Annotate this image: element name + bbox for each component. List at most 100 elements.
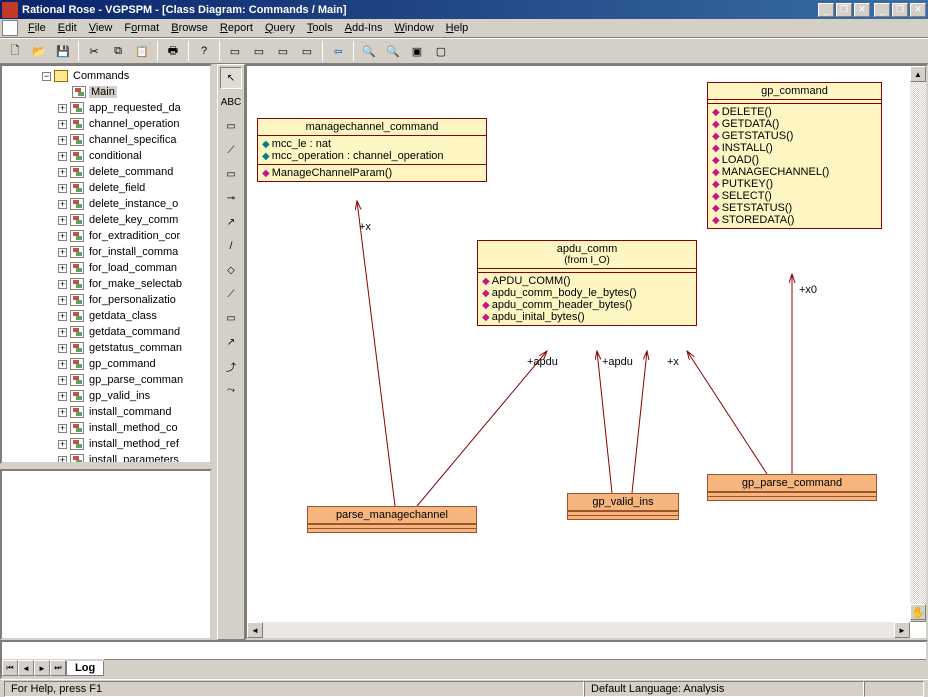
tree-expand-icon[interactable]: + <box>58 280 67 289</box>
tree-item[interactable]: +for_make_selectab <box>4 276 208 292</box>
tb-save[interactable]: 💾 <box>52 40 74 62</box>
tool-assoc-uni[interactable]: ↗ <box>220 211 242 233</box>
tree-expand-icon[interactable]: + <box>58 104 67 113</box>
tree-expand-icon[interactable]: + <box>58 168 67 177</box>
scroll-right-icon[interactable]: ► <box>894 622 910 638</box>
tb-undofit[interactable]: ▢ <box>430 40 452 62</box>
tree-expand-icon[interactable]: + <box>58 200 67 209</box>
minimize-button[interactable]: _ <box>874 3 890 17</box>
tb-copy[interactable]: ⧉ <box>107 40 129 62</box>
tool-realize[interactable]: ⤳ <box>220 379 242 401</box>
tool-generalize[interactable]: ⤴ <box>220 355 242 377</box>
tree-collapse-icon[interactable]: − <box>42 72 51 81</box>
tree-item[interactable]: +getstatus_comman <box>4 340 208 356</box>
mdi-restore-button[interactable]: ❐ <box>836 3 852 17</box>
menu-file[interactable]: File <box>22 20 52 36</box>
canvas-hscroll[interactable]: ◄ ► <box>247 622 910 638</box>
tb-zoomout[interactable]: 🔍 <box>382 40 404 62</box>
tree-expand-icon[interactable]: + <box>58 232 67 241</box>
tool-selector[interactable]: ↖ <box>220 67 242 89</box>
scroll-up-icon[interactable]: ▲ <box>910 66 926 82</box>
tree-item[interactable]: +channel_specifica <box>4 132 208 148</box>
tb-browse3[interactable]: ▭ <box>272 40 294 62</box>
menu-format[interactable]: Format <box>118 20 165 36</box>
menu-edit[interactable]: Edit <box>52 20 83 36</box>
class-gp-valid-ins[interactable]: gp_valid_ins <box>567 493 679 520</box>
tree-item[interactable]: +conditional <box>4 148 208 164</box>
tree-item[interactable]: +delete_command <box>4 164 208 180</box>
tree-expand-icon[interactable]: + <box>58 264 67 273</box>
log-tab-first[interactable]: ⏮ <box>2 660 18 676</box>
tree-item[interactable]: +delete_instance_o <box>4 196 208 212</box>
menu-query[interactable]: Query <box>259 20 301 36</box>
tb-back[interactable]: ⇦ <box>327 40 349 62</box>
tb-paste[interactable]: 📋 <box>131 40 153 62</box>
tree-folder-label[interactable]: Commands <box>71 70 131 82</box>
pan-hand-icon[interactable]: ✋ <box>910 604 926 620</box>
tool-package[interactable]: ▭ <box>220 307 242 329</box>
class-managechannel[interactable]: managechannel_command ◆mcc_le : nat◆mcc_… <box>257 118 487 182</box>
tb-cut[interactable]: ✂ <box>83 40 105 62</box>
tb-fitwin[interactable]: ▣ <box>406 40 428 62</box>
tree-item[interactable]: +for_install_comma <box>4 244 208 260</box>
tree-item[interactable]: +delete_field <box>4 180 208 196</box>
tree-expand-icon[interactable]: + <box>58 344 67 353</box>
tree-item[interactable]: +gp_parse_comman <box>4 372 208 388</box>
tree-expand-icon[interactable]: + <box>58 296 67 305</box>
tool-class[interactable]: ▭ <box>220 163 242 185</box>
tool-text[interactable]: ABC <box>220 91 242 113</box>
tree-expand-icon[interactable]: + <box>58 328 67 337</box>
scroll-left-icon[interactable]: ◄ <box>247 622 263 638</box>
tree-item[interactable]: +channel_operation <box>4 116 208 132</box>
tree-item[interactable]: +app_requested_da <box>4 100 208 116</box>
menu-report[interactable]: Report <box>214 20 259 36</box>
tree-item[interactable]: +install_command <box>4 404 208 420</box>
mdi-close-button[interactable]: ✕ <box>854 3 870 17</box>
tree-expand-icon[interactable]: + <box>58 440 67 449</box>
class-gp-parse-command[interactable]: gp_parse_command <box>707 474 877 501</box>
tb-open[interactable]: 📂 <box>28 40 50 62</box>
tree-item[interactable]: +getdata_class <box>4 308 208 324</box>
browser-tree[interactable]: − Commands Main +app_requested_da+channe… <box>0 64 212 464</box>
tree-item[interactable]: +gp_valid_ins <box>4 388 208 404</box>
tb-help[interactable]: ? <box>193 40 215 62</box>
tree-expand-icon[interactable]: + <box>58 360 67 369</box>
mdi-doc-icon[interactable] <box>2 20 18 36</box>
tb-print[interactable]: 🖶 <box>162 40 184 62</box>
tree-expand-icon[interactable]: + <box>58 408 67 417</box>
log-tab-next[interactable]: ► <box>34 660 50 676</box>
log-tab-prev[interactable]: ◄ <box>18 660 34 676</box>
tb-new[interactable]: 🗋 <box>4 40 26 62</box>
tb-zoomin[interactable]: 🔍 <box>358 40 380 62</box>
tool-aggregation[interactable]: ◇ <box>220 259 242 281</box>
menu-browse[interactable]: Browse <box>165 20 214 36</box>
tree-item[interactable]: +for_load_comman <box>4 260 208 276</box>
menu-addins[interactable]: Add-Ins <box>339 20 389 36</box>
tree-expand-icon[interactable]: + <box>58 184 67 193</box>
class-apdu-comm[interactable]: apdu_comm (from I_O) ◆APDU_COMM()◆apdu_c… <box>477 240 697 326</box>
tool-note[interactable]: ▭ <box>220 115 242 137</box>
log-tab-log[interactable]: Log <box>66 661 104 676</box>
tb-browse4[interactable]: ▭ <box>296 40 318 62</box>
menu-help[interactable]: Help <box>440 20 475 36</box>
tree-expand-icon[interactable]: + <box>58 456 67 465</box>
tree-item[interactable]: +for_personalizatio <box>4 292 208 308</box>
tree-expand-icon[interactable]: + <box>58 312 67 321</box>
tool-anchor[interactable]: ⟋ <box>220 139 242 161</box>
restore-button[interactable]: ❐ <box>892 3 908 17</box>
class-parse-managechannel[interactable]: parse_managechannel <box>307 506 477 533</box>
close-button[interactable]: ✕ <box>910 3 926 17</box>
tree-item[interactable]: +getdata_command <box>4 324 208 340</box>
tree-item[interactable]: +install_method_ref <box>4 436 208 452</box>
tree-item[interactable]: +install_method_co <box>4 420 208 436</box>
tree-expand-icon[interactable]: + <box>58 152 67 161</box>
tool-assoc[interactable]: / <box>220 235 242 257</box>
tree-expand-icon[interactable]: + <box>58 136 67 145</box>
tree-item[interactable]: +delete_key_comm <box>4 212 208 228</box>
tool-interface[interactable]: ⊸ <box>220 187 242 209</box>
doc-pane[interactable] <box>0 469 212 640</box>
tree-item[interactable]: +for_extradition_cor <box>4 228 208 244</box>
tool-dependency[interactable]: ↗ <box>220 331 242 353</box>
log-pane[interactable]: ⏮ ◄ ► ⏭ Log <box>0 640 928 679</box>
menu-window[interactable]: Window <box>389 20 440 36</box>
